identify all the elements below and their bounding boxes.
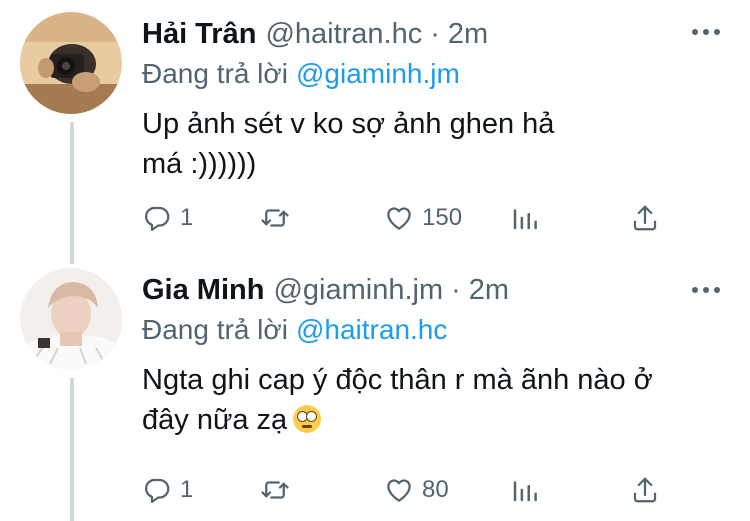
replying-to: Đang trả lời @giaminh.jm <box>142 56 460 92</box>
replying-to-link[interactable]: @giaminh.jm <box>296 58 460 89</box>
reply-count: 1 <box>180 204 194 231</box>
tweet[interactable]: Gia Minh @giaminh.jm · 2m Đang trả lời @h… <box>0 262 750 521</box>
retweet-icon <box>261 209 289 227</box>
replying-label: Đang trả lời <box>142 314 288 345</box>
like-button[interactable]: 80 <box>384 470 449 510</box>
share-button[interactable] <box>630 470 660 510</box>
separator-dot: · <box>430 18 440 50</box>
timestamp[interactable]: 2m <box>469 270 509 310</box>
like-icon <box>387 207 411 230</box>
stats-icon <box>513 481 537 502</box>
reply-icon <box>145 206 170 231</box>
like-count: 150 <box>422 204 463 231</box>
like-icon <box>387 479 411 502</box>
tweet-actions: 1 150 <box>142 198 680 238</box>
stats-button[interactable] <box>510 198 540 238</box>
reply-button[interactable]: 1 <box>142 198 193 238</box>
like-count: 80 <box>422 476 449 503</box>
replying-label: Đang trả lời <box>142 58 288 89</box>
retweet-button[interactable] <box>260 470 298 510</box>
author-name[interactable]: Hải Trân <box>142 14 256 54</box>
tweet-text-content: Ngta ghi cap ý độc thân r mà ãnh nào ở đ… <box>142 364 653 436</box>
reply-count: 1 <box>180 476 194 503</box>
tweet-text: Ngta ghi cap ý độc thân r mà ãnh nào ở đ… <box>142 360 702 440</box>
author-handle[interactable]: @giaminh.jm <box>273 270 443 310</box>
tweet[interactable]: Hải Trân @haitran.hc · 2m Đang trả lời @g… <box>0 0 750 262</box>
avatar[interactable] <box>20 12 122 114</box>
more-icon[interactable] <box>692 280 722 300</box>
replying-to-link[interactable]: @haitran.hc <box>296 314 447 345</box>
author-name[interactable]: Gia Minh <box>142 270 264 310</box>
tweet-header: Gia Minh @giaminh.jm · 2m <box>142 270 680 310</box>
avatar[interactable] <box>20 268 122 370</box>
more-icon[interactable] <box>692 22 722 42</box>
rolling-eyes-emoji-icon <box>293 405 322 433</box>
stats-icon <box>513 209 537 230</box>
retweet-icon <box>261 481 289 499</box>
stats-button[interactable] <box>510 470 540 510</box>
share-icon <box>633 477 657 503</box>
reply-icon <box>145 478 170 503</box>
share-icon <box>633 205 657 231</box>
timestamp[interactable]: 2m <box>448 14 488 54</box>
replying-to: Đang trả lời @haitran.hc <box>142 312 447 348</box>
tweet-text: Up ảnh sét v ko sợ ảnh ghen hả má :)))))… <box>142 108 555 180</box>
tweet-header: Hải Trân @haitran.hc · 2m <box>142 14 680 54</box>
separator-dot: · <box>451 274 461 306</box>
reply-button[interactable]: 1 <box>142 470 193 510</box>
tweet-actions: 1 80 <box>142 470 680 510</box>
share-button[interactable] <box>630 198 660 238</box>
retweet-button[interactable] <box>260 198 298 238</box>
like-button[interactable]: 150 <box>384 198 462 238</box>
author-handle[interactable]: @haitran.hc <box>265 14 422 54</box>
